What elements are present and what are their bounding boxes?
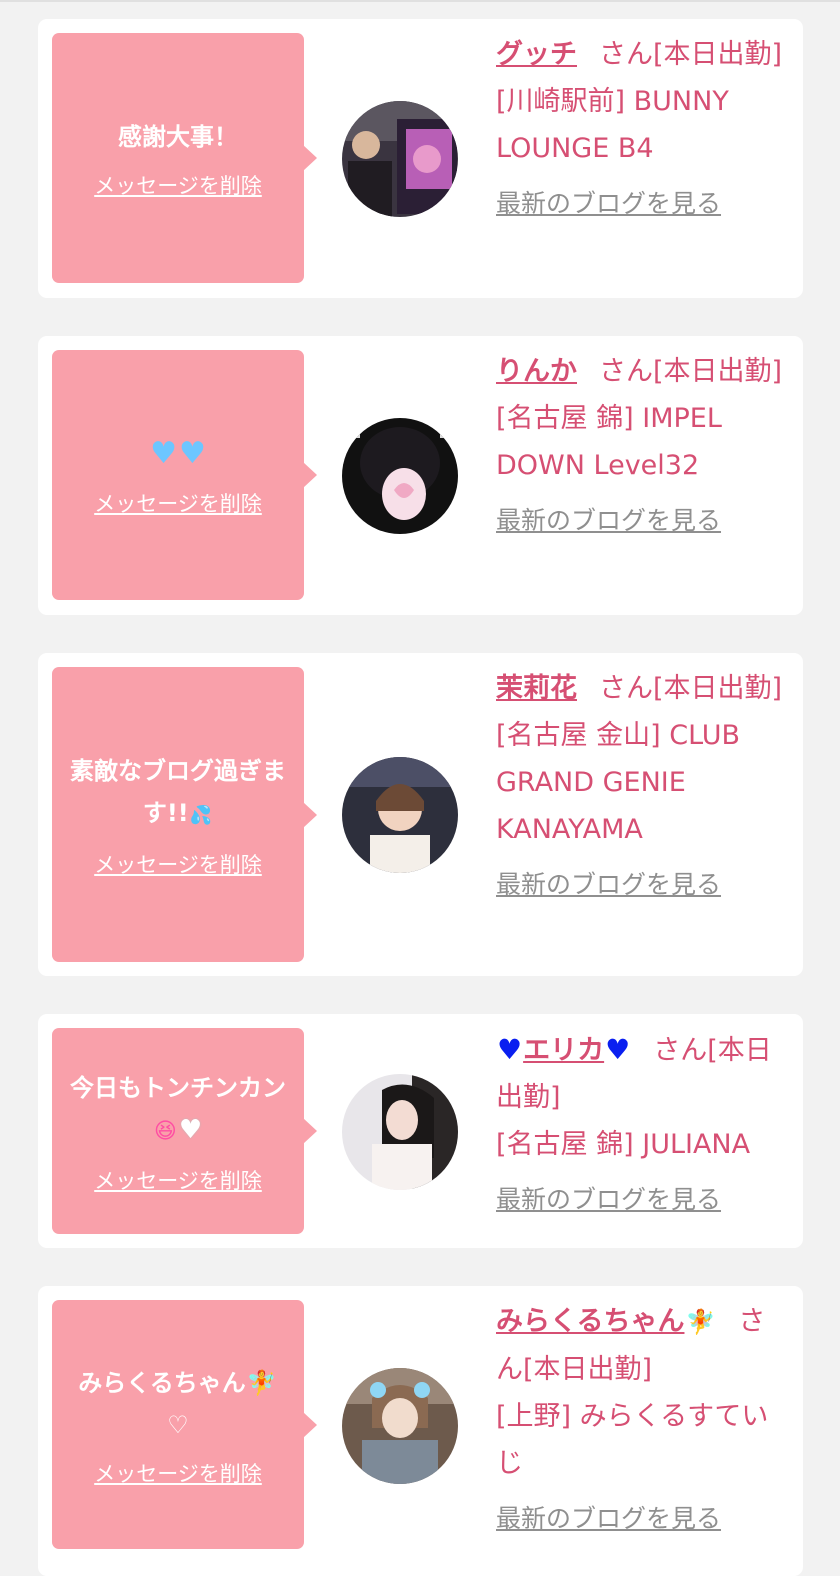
- avatar[interactable]: [342, 101, 458, 217]
- message-card: ♥♥ メッセージを削除 りんか さん[本日出勤] [名古屋 錦] IMPEL DO…: [38, 336, 803, 615]
- cast-info: りんか さん[本日出勤] [名古屋 錦] IMPEL DOWN Level32 最…: [496, 348, 788, 537]
- avatar[interactable]: [342, 1368, 458, 1484]
- white-heart-icon: ♥: [178, 1115, 203, 1145]
- sweat-face-icon: 💦: [189, 805, 213, 826]
- latest-blog-link[interactable]: 最新のブログを見る: [496, 505, 788, 537]
- cast-info: みらくるちゃん🧚 さん[本日出勤] [上野] みらくるすていじ 最新のブログを見る: [496, 1298, 788, 1535]
- cast-name-text: みらくるちゃん: [496, 1306, 685, 1337]
- message-card: 今日もトンチンカン😆♥ メッセージを削除 ♥エリカ♥ さん[本日出勤] [名古屋 …: [38, 1014, 803, 1248]
- top-divider: [0, 0, 840, 2]
- message-text-body: 素敵なブログ過ぎます!!: [70, 757, 286, 827]
- message-text: 素敵なブログ過ぎます!!💦: [60, 750, 296, 837]
- cast-name-link[interactable]: 茉莉花: [496, 673, 577, 704]
- cast-info: 茉莉花 さん[本日出勤] [名古屋 金山] CLUB GRAND GENIE KA…: [496, 665, 788, 901]
- cast-info: グッチ さん[本日出勤] [川崎駅前] BUNNY LOUNGE B4 最新のブロ…: [496, 31, 788, 220]
- delete-message-link[interactable]: メッセージを削除: [94, 849, 262, 879]
- avatar[interactable]: [342, 418, 458, 534]
- cast-name-link[interactable]: ♥エリカ♥: [496, 1033, 631, 1066]
- message-card: みらくるちゃん🧚 ♡ メッセージを削除 みらくるちゃん🧚 さん[本日出勤] [上野]…: [38, 1286, 803, 1576]
- cast-name-link[interactable]: りんか: [496, 356, 577, 387]
- message-text-body: みらくるちゃん: [78, 1368, 246, 1397]
- shop-location: [名古屋 錦] JULIANA: [496, 1129, 751, 1160]
- shop-location: [上野] みらくるすていじ: [496, 1401, 769, 1479]
- fairy-icon: 🧚: [685, 1308, 716, 1336]
- message-bubble: みらくるちゃん🧚 ♡ メッセージを削除: [52, 1300, 317, 1549]
- message-card: 感謝大事！ メッセージを削除 グッチ さん[本日出勤] [川崎駅前] BUNNY …: [38, 19, 803, 298]
- message-text: 今日もトンチンカン 😆♥: [60, 1067, 296, 1153]
- shop-location: [名古屋 金山] CLUB GRAND GENIE KANAYAMA: [496, 720, 741, 845]
- blue-heart-icon: ♥: [605, 1033, 631, 1066]
- latest-blog-link[interactable]: 最新のブログを見る: [496, 188, 788, 220]
- latest-blog-link[interactable]: 最新のブログを見る: [496, 1503, 788, 1535]
- cast-info: ♥エリカ♥ さん[本日出勤] [名古屋 錦] JULIANA 最新のブログを見る: [496, 1026, 788, 1216]
- shop-location: [名古屋 錦] IMPEL DOWN Level32: [496, 403, 722, 481]
- message-card: 素敵なブログ過ぎます!!💦 メッセージを削除 茉莉花 さん[本日出勤] [名古屋 …: [38, 653, 803, 976]
- latest-blog-link[interactable]: 最新のブログを見る: [496, 869, 788, 901]
- avatar[interactable]: [342, 1074, 458, 1190]
- light-blue-heart-icon: ♥: [150, 435, 177, 471]
- delete-message-link[interactable]: メッセージを削除: [94, 1165, 262, 1195]
- message-bubble: 素敵なブログ過ぎます!!💦 メッセージを削除: [52, 667, 317, 962]
- cast-status: さん[本日出勤]: [599, 39, 783, 70]
- grin-face-icon: 😆: [153, 1119, 177, 1144]
- message-bubble: ♥♥ メッセージを削除: [52, 350, 317, 600]
- message-bubble: 感謝大事！ メッセージを削除: [52, 33, 317, 283]
- blue-heart-icon: ♥: [497, 1033, 523, 1066]
- delete-message-link[interactable]: メッセージを削除: [94, 488, 262, 518]
- avatar[interactable]: [342, 757, 458, 873]
- cast-name-link[interactable]: みらくるちゃん🧚: [496, 1306, 716, 1337]
- cast-name-link[interactable]: グッチ: [496, 39, 577, 70]
- light-blue-heart-icon: ♥: [179, 435, 206, 471]
- delete-message-link[interactable]: メッセージを削除: [94, 170, 262, 200]
- message-text: 感謝大事！: [118, 123, 238, 151]
- heart-outline-icon: ♡: [167, 1410, 189, 1439]
- message-text-body: 今日もトンチンカン: [70, 1074, 286, 1102]
- latest-blog-link[interactable]: 最新のブログを見る: [496, 1184, 788, 1216]
- message-bubble: 今日もトンチンカン 😆♥ メッセージを削除: [52, 1028, 317, 1234]
- fairy-icon: 🧚: [246, 1368, 277, 1397]
- cast-name-text: エリカ: [523, 1035, 605, 1066]
- delete-message-link[interactable]: メッセージを削除: [94, 1458, 262, 1488]
- cast-status: さん[本日出勤]: [599, 356, 783, 387]
- cast-status: さん[本日出勤]: [599, 673, 783, 704]
- message-text: みらくるちゃん🧚 ♡: [78, 1362, 277, 1446]
- shop-location: [川崎駅前] BUNNY LOUNGE B4: [496, 86, 729, 164]
- message-text: ♥♥: [149, 433, 207, 476]
